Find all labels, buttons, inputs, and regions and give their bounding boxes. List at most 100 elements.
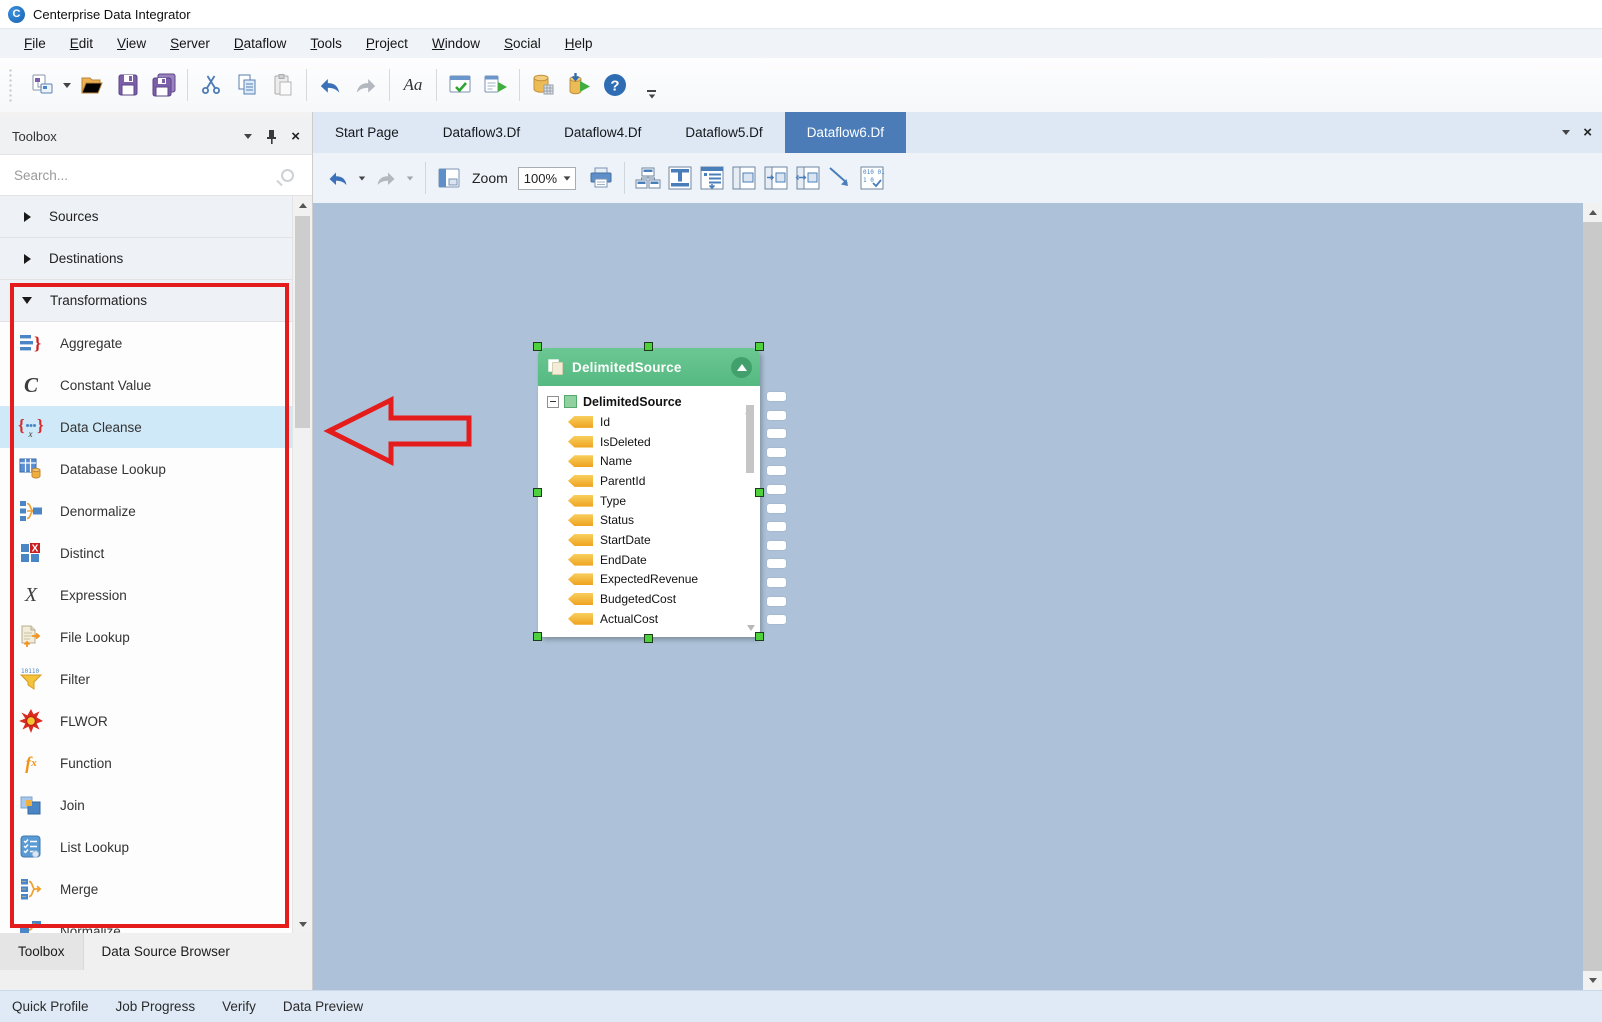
selection-handle[interactable]	[533, 488, 542, 497]
zoom-select[interactable]: 100%	[518, 167, 576, 190]
search-icon[interactable]	[281, 169, 294, 182]
field-row-status[interactable]: Status	[538, 510, 760, 530]
selection-handle[interactable]	[533, 342, 542, 351]
output-port[interactable]	[767, 429, 786, 438]
toolbox-item-merge[interactable]: Merge	[0, 868, 292, 910]
output-port[interactable]	[767, 392, 786, 401]
redo-icon[interactable]	[348, 66, 384, 104]
selection-handle[interactable]	[755, 632, 764, 641]
toolbox-item-constant-value[interactable]: C Constant Value	[0, 364, 292, 406]
bottom-tab-data-source-browser[interactable]: Data Source Browser	[84, 933, 248, 970]
field-row-name[interactable]: Name	[538, 451, 760, 471]
run-window-icon[interactable]	[478, 66, 514, 104]
copy-icon[interactable]	[229, 66, 265, 104]
output-port[interactable]	[767, 411, 786, 420]
field-row-budgetedcost[interactable]: BudgetedCost	[538, 589, 760, 609]
menu-file[interactable]: File	[12, 32, 58, 55]
menu-help[interactable]: Help	[553, 32, 605, 55]
draw-link-icon[interactable]	[825, 161, 855, 195]
toolbox-item-flwor[interactable]: FLWOR	[0, 700, 292, 742]
pin-icon[interactable]	[265, 129, 278, 144]
node-collapse-button[interactable]	[731, 357, 752, 378]
database-run-icon[interactable]	[561, 66, 597, 104]
toolbox-item-distinct[interactable]: X Distinct	[0, 532, 292, 574]
node-scrollbar-thumb[interactable]	[746, 405, 754, 473]
undo-icon[interactable]	[312, 66, 348, 104]
toolbox-item-denormalize[interactable]: Denormalize	[0, 490, 292, 532]
toolbox-item-data-cleanse[interactable]: {}x Data Cleanse	[0, 406, 292, 448]
new-dropdown-icon[interactable]	[60, 68, 74, 102]
font-icon[interactable]: Aa	[395, 66, 431, 104]
menu-tools[interactable]: Tools	[298, 32, 354, 55]
output-port[interactable]	[767, 504, 786, 513]
output-port[interactable]	[767, 541, 786, 550]
output-port[interactable]	[767, 615, 786, 624]
layout-panel-arrow-icon[interactable]	[761, 161, 791, 195]
toolbox-item-database-lookup[interactable]: Database Lookup	[0, 448, 292, 490]
database-import-icon[interactable]	[525, 66, 561, 104]
new-dataflow-icon[interactable]	[24, 66, 60, 104]
menu-edit[interactable]: Edit	[58, 32, 105, 55]
redo-dropdown-icon[interactable]	[403, 161, 417, 195]
tab-dataflow4[interactable]: Dataflow4.Df	[542, 112, 663, 153]
output-port[interactable]	[767, 485, 786, 494]
tab-start-page[interactable]: Start Page	[313, 112, 421, 153]
node-scrollbar[interactable]	[745, 391, 756, 631]
menu-project[interactable]: Project	[354, 32, 420, 55]
toolbox-item-aggregate[interactable]: } Aggregate	[0, 322, 292, 364]
field-row-id[interactable]: Id	[538, 412, 760, 432]
toolbox-scrollbar[interactable]	[292, 196, 312, 933]
node-root-row[interactable]: DelimitedSource	[538, 391, 760, 412]
layout-panel-expand-icon[interactable]	[793, 161, 823, 195]
status-verify[interactable]: Verify	[222, 999, 256, 1014]
section-destinations[interactable]: Destinations	[0, 238, 292, 280]
tab-list-dropdown-icon[interactable]	[1562, 130, 1570, 135]
toolbox-item-list-lookup[interactable]: List Lookup	[0, 826, 292, 868]
open-icon[interactable]	[74, 66, 110, 104]
search-input[interactable]	[14, 168, 281, 183]
output-port[interactable]	[767, 466, 786, 475]
tab-dataflow6[interactable]: Dataflow6.Df	[785, 112, 906, 153]
toolbox-item-filter[interactable]: 10110 Filter	[0, 658, 292, 700]
selection-handle[interactable]	[644, 634, 653, 643]
canvas-redo-icon[interactable]	[371, 161, 401, 195]
toolbar-overflow-icon[interactable]	[647, 90, 656, 99]
output-port[interactable]	[767, 597, 786, 606]
selection-handle[interactable]	[755, 342, 764, 351]
toolbox-dropdown-icon[interactable]	[244, 134, 252, 139]
menu-server[interactable]: Server	[158, 32, 222, 55]
status-quick-profile[interactable]: Quick Profile	[12, 999, 89, 1014]
cut-icon[interactable]	[193, 66, 229, 104]
preview-layout-icon[interactable]	[434, 161, 464, 195]
output-port[interactable]	[767, 578, 786, 587]
node-header[interactable]: DelimitedSource	[538, 348, 760, 386]
section-transformations[interactable]: Transformations	[0, 280, 292, 322]
tab-dataflow5[interactable]: Dataflow5.Df	[663, 112, 784, 153]
verify-window-icon[interactable]	[442, 66, 478, 104]
menu-window[interactable]: Window	[420, 32, 492, 55]
layout-list-icon[interactable]	[697, 161, 727, 195]
toolbox-item-join[interactable]: Join	[0, 784, 292, 826]
tab-dataflow3[interactable]: Dataflow3.Df	[421, 112, 542, 153]
undo-dropdown-icon[interactable]	[355, 161, 369, 195]
data-preview-toggle-icon[interactable]: 010 011 0	[857, 161, 887, 195]
field-row-type[interactable]: Type	[538, 491, 760, 511]
field-row-enddate[interactable]: EndDate	[538, 550, 760, 570]
field-row-parentid[interactable]: ParentId	[538, 471, 760, 491]
menu-social[interactable]: Social	[492, 32, 553, 55]
help-icon[interactable]: ?	[597, 66, 633, 104]
output-port[interactable]	[767, 522, 786, 531]
tab-close-icon[interactable]: ×	[1583, 125, 1592, 140]
save-icon[interactable]	[110, 66, 146, 104]
output-port[interactable]	[767, 448, 786, 457]
menu-view[interactable]: View	[105, 32, 158, 55]
layout-hierarchy-icon[interactable]	[633, 161, 663, 195]
layout-tree-icon[interactable]	[665, 161, 695, 195]
canvas-scrollbar[interactable]	[1583, 203, 1602, 990]
status-job-progress[interactable]: Job Progress	[116, 999, 196, 1014]
print-icon[interactable]	[586, 161, 616, 195]
bottom-tab-toolbox[interactable]: Toolbox	[0, 933, 84, 970]
save-all-icon[interactable]	[146, 66, 182, 104]
selection-handle[interactable]	[644, 342, 653, 351]
toolbox-scrollbar-thumb[interactable]	[295, 216, 310, 428]
